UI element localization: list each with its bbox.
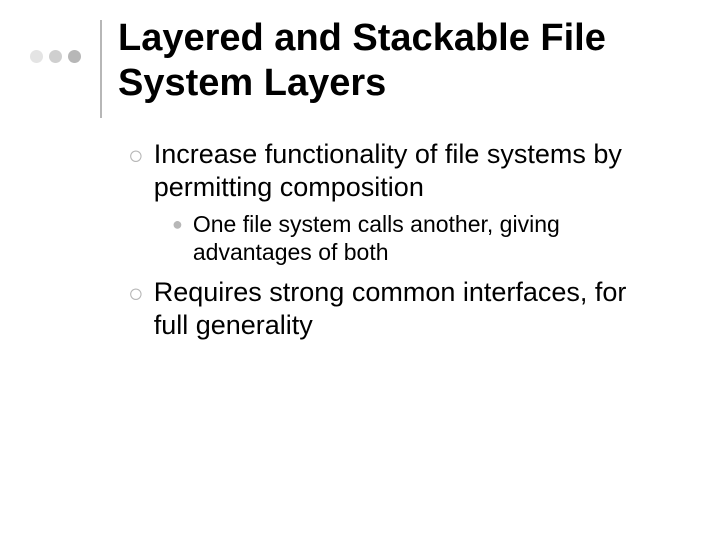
decor-dot-icon <box>30 50 43 63</box>
decor-dot-icon <box>68 50 81 63</box>
list-item: ○ Requires strong common interfaces, for… <box>128 276 668 342</box>
hollow-circle-icon: ○ <box>128 278 144 309</box>
list-item: ● One file system calls another, giving … <box>172 210 668 266</box>
decor-vline-icon <box>100 20 102 118</box>
list-item-text: Increase functionality of file systems b… <box>154 138 668 204</box>
title-decor <box>30 20 110 130</box>
slide-body: ○ Increase functionality of file systems… <box>128 138 668 348</box>
list-item-text: One file system calls another, giving ad… <box>193 210 668 266</box>
slide: Layered and Stackable File System Layers… <box>0 0 720 540</box>
hollow-circle-icon: ○ <box>128 140 144 171</box>
decor-dot-icon <box>49 50 62 63</box>
filled-circle-icon: ● <box>172 214 183 236</box>
list-item-text: Requires strong common interfaces, for f… <box>154 276 668 342</box>
slide-title: Layered and Stackable File System Layers <box>118 16 678 106</box>
decor-dots <box>30 50 81 63</box>
list-item: ○ Increase functionality of file systems… <box>128 138 668 204</box>
